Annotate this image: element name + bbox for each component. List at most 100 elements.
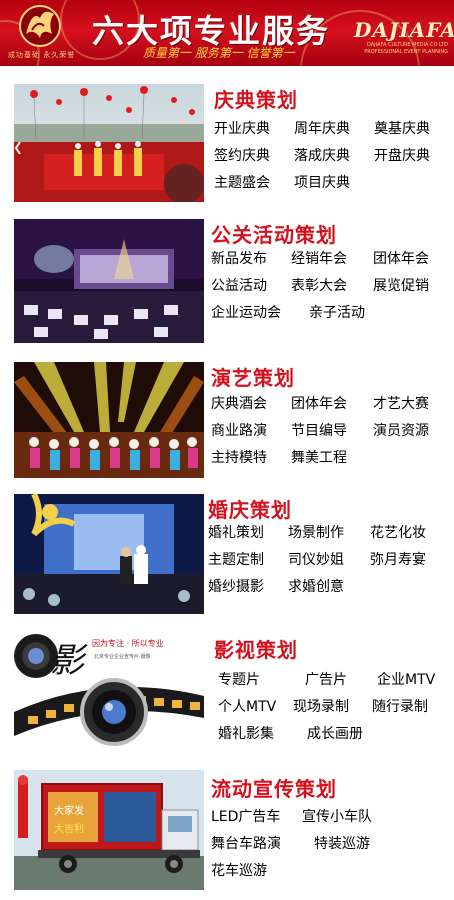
service-item[interactable]: 场景制作	[288, 520, 370, 547]
service-item[interactable]: 现场录制	[293, 694, 372, 721]
service-item[interactable]: 演员资源	[373, 418, 429, 445]
brand-block: DAJIAFA DAJIAFA CULTURE MEDIA CO LTD PRO…	[354, 18, 454, 56]
service-item[interactable]: 庆典酒会	[211, 391, 291, 418]
header-slogan: 质量第一 服务第一 信誉第一	[143, 46, 295, 60]
service-item[interactable]: 随行录制	[372, 694, 428, 721]
service-item[interactable]: 求婚创意	[288, 574, 344, 601]
brand-subtitle: DAJIAFA CULTURE MEDIA CO LTD	[367, 42, 448, 48]
service-item[interactable]: 开盘庆典	[374, 143, 430, 170]
header-banner: 成功基础 永久荣誉 六大项专业服务 质量第一 服务第一 信誉第一 DAJIAFA…	[0, 0, 454, 66]
service-row: 商业路演 节目编导 演员资源	[211, 418, 429, 445]
film-slogan: 因为专注 · 所以专业	[92, 638, 164, 648]
service-list: 婚礼策划 场景制作 花艺化妆 主题定制 司仪妙姐 弥月寿宴 婚纱摄影 求婚创意	[208, 520, 426, 601]
service-row: 公益活动 表彰大会 展览促销	[211, 273, 429, 300]
service-row: 开业庆典 周年庆典 奠基庆典	[214, 116, 430, 143]
service-item[interactable]: 商业路演	[211, 418, 291, 445]
pr-event-photo	[14, 219, 204, 343]
service-row: 舞台车路演 特装巡游	[211, 831, 372, 858]
service-item[interactable]: 展览促销	[373, 273, 429, 300]
service-item[interactable]: 司仪妙姐	[288, 547, 370, 574]
wedding-photo	[14, 494, 204, 614]
service-item[interactable]: 项目庆典	[294, 170, 350, 197]
service-row: 主持模特 舞美工程	[211, 445, 429, 472]
service-item[interactable]: 婚纱摄影	[208, 574, 288, 601]
section-wedding: 婚庆策划 婚礼策划 场景制作 花艺化妆 主题定制 司仪妙姐 弥月寿宴 婚纱摄影 求婚创意	[14, 494, 446, 616]
section-title: 影视策划	[214, 638, 298, 662]
service-item[interactable]: 成长画册	[307, 721, 363, 748]
section-title: 婚庆策划	[208, 498, 292, 522]
section-mobile-promo: 大家发 大吉利 流动宣传策划 LED广告车 宣传小车队 舞台车路演 特装巡游 花车巡…	[14, 770, 446, 890]
service-row: 主题盛会 项目庆典	[214, 170, 430, 197]
service-row: 花车巡游	[211, 858, 372, 885]
service-row: 主题定制 司仪妙姐 弥月寿宴	[208, 547, 426, 574]
service-item[interactable]: 舞台车路演	[211, 831, 314, 858]
celebration-photo	[14, 84, 204, 202]
service-item[interactable]: 才艺大赛	[373, 391, 429, 418]
service-list: LED广告车 宣传小车队 舞台车路演 特装巡游 花车巡游	[211, 804, 372, 885]
logo-caption: 成功基础 永久荣誉	[8, 51, 76, 59]
service-list: 新品发布 经销年会 团体年会 公益活动 表彰大会 展览促销 企业运动会 亲子活动	[211, 246, 429, 327]
service-item[interactable]: 团体年会	[291, 391, 373, 418]
service-item[interactable]: 花艺化妆	[370, 520, 426, 547]
service-item[interactable]: 弥月寿宴	[370, 547, 426, 574]
service-item[interactable]: 花车巡游	[211, 858, 267, 885]
service-item[interactable]: 团体年会	[373, 246, 429, 273]
service-row: 专题片 广告片 企业MTV	[218, 667, 435, 694]
service-item[interactable]: 亲子活动	[309, 300, 365, 327]
service-item[interactable]: 新品发布	[211, 246, 291, 273]
service-item[interactable]: 经销年会	[291, 246, 373, 273]
service-list: 开业庆典 周年庆典 奠基庆典 签约庆典 落成庆典 开盘庆典 主题盛会 项目庆典	[214, 116, 430, 197]
service-item[interactable]: 企业运动会	[211, 300, 309, 327]
company-logo-icon	[19, 5, 61, 47]
service-item[interactable]: 婚礼策划	[208, 520, 288, 547]
service-item[interactable]: 特装巡游	[314, 831, 370, 858]
service-item[interactable]: LED广告车	[211, 804, 302, 831]
service-item[interactable]: 落成庆典	[294, 143, 374, 170]
service-row: 婚纱摄影 求婚创意	[208, 574, 426, 601]
service-item[interactable]: 宣传小车队	[302, 804, 372, 831]
service-item[interactable]: 奠基庆典	[374, 116, 430, 143]
service-list: 专题片 广告片 企业MTV 个人MTV 现场录制 随行录制 婚礼影集 成长画册	[218, 667, 435, 748]
brand-subtitle: PROFESSIONAL EVENT PLANNING	[364, 49, 448, 55]
section-performance: 演艺策划 庆典酒会 团体年会 才艺大赛 商业路演 节目编导 演员资源 主持模特 舞美工程	[14, 362, 446, 480]
section-title: 公关活动策划	[211, 223, 337, 247]
service-item[interactable]: 舞美工程	[291, 445, 347, 472]
service-item[interactable]: 主题定制	[208, 547, 288, 574]
service-item[interactable]: 企业MTV	[377, 667, 435, 694]
performance-photo	[14, 362, 204, 478]
service-item[interactable]: 专题片	[218, 667, 305, 694]
brand-name: DAJIAFA	[354, 18, 454, 42]
truck-slogan: 大吉利	[54, 822, 84, 835]
service-row: 庆典酒会 团体年会 才艺大赛	[211, 391, 429, 418]
service-row: 婚礼策划 场景制作 花艺化妆	[208, 520, 426, 547]
film-glyph: 影	[50, 641, 88, 681]
service-item[interactable]: 婚礼影集	[218, 721, 307, 748]
service-row: 签约庆典 落成庆典 开盘庆典	[214, 143, 430, 170]
film-subslogan: 北京专业企业宣传片·摄像	[94, 653, 151, 660]
section-title: 演艺策划	[211, 366, 295, 390]
service-list: 庆典酒会 团体年会 才艺大赛 商业路演 节目编导 演员资源 主持模特 舞美工程	[211, 391, 429, 472]
service-item[interactable]: 公益活动	[211, 273, 291, 300]
section-title: 庆典策划	[214, 88, 298, 112]
service-item[interactable]: 广告片	[305, 667, 377, 694]
service-row: 个人MTV 现场录制 随行录制	[218, 694, 435, 721]
service-item[interactable]: 签约庆典	[214, 143, 294, 170]
service-row: 企业运动会 亲子活动	[211, 300, 429, 327]
service-item[interactable]: 主持模特	[211, 445, 291, 472]
service-row: 婚礼影集 成长画册	[218, 721, 435, 748]
truck-photo: 大家发 大吉利	[14, 770, 204, 890]
section-pr-events: 公关活动策划 新品发布 经销年会 团体年会 公益活动 表彰大会 展览促销 企业运动会 亲子…	[14, 219, 446, 344]
section-title: 流动宣传策划	[211, 777, 337, 801]
section-celebration: 庆典策划 开业庆典 周年庆典 奠基庆典 签约庆典 落成庆典 开盘庆典 主题盛会 项目庆典	[14, 84, 446, 204]
section-film: 影 因为专注 · 所以专业 北京专业企业宣传片·摄像 影视策划 专题片 广告片 企业…	[14, 632, 446, 750]
service-item[interactable]: 个人MTV	[218, 694, 293, 721]
service-item[interactable]: 节目编导	[291, 418, 373, 445]
film-photo: 影 因为专注 · 所以专业 北京专业企业宣传片·摄像	[14, 632, 204, 750]
service-item[interactable]: 开业庆典	[214, 116, 294, 143]
service-item[interactable]: 表彰大会	[291, 273, 373, 300]
service-item[interactable]: 周年庆典	[294, 116, 374, 143]
service-row: 新品发布 经销年会 团体年会	[211, 246, 429, 273]
service-row: LED广告车 宣传小车队	[211, 804, 372, 831]
truck-slogan: 大家发	[54, 804, 84, 817]
service-item[interactable]: 主题盛会	[214, 170, 294, 197]
